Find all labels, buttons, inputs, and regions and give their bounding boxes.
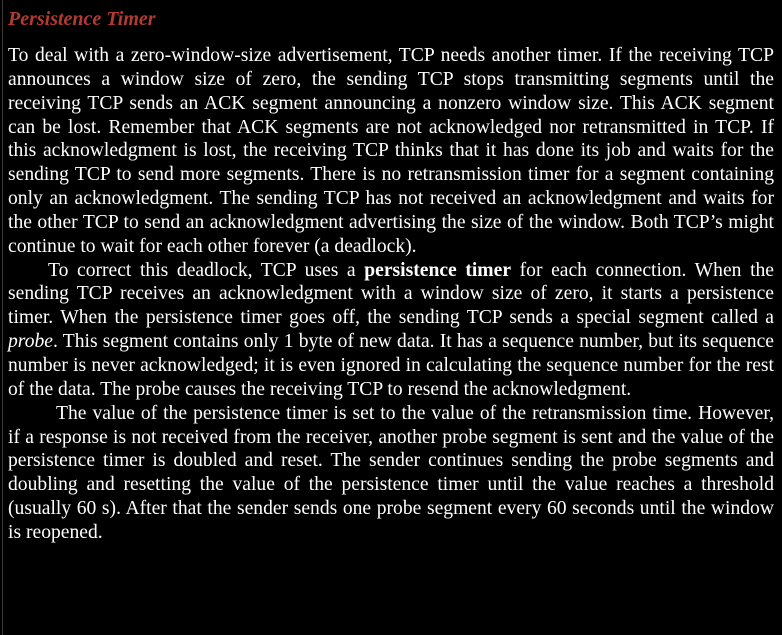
paragraph-3-text: The value of the persistence timer is se… xyxy=(8,402,774,543)
paragraph-1: To deal with a zero-window-size advertis… xyxy=(8,44,774,259)
document-page: Persistence Timer To deal with a zero-wi… xyxy=(0,0,782,635)
paragraph-3: The value of the persistence timer is se… xyxy=(8,402,774,545)
paragraph-2-text-start: To correct this deadlock, TCP uses a xyxy=(48,259,365,281)
term-persistence-timer: persistence timer xyxy=(364,259,512,281)
paragraph-2-text-end: . This segment contains only 1 byte of n… xyxy=(8,331,774,400)
section-heading: Persistence Timer xyxy=(8,8,156,30)
paragraph-1-text: To deal with a zero-window-size advertis… xyxy=(8,45,774,257)
term-probe: probe xyxy=(8,331,53,353)
paragraph-2: To correct this deadlock, TCP uses a per… xyxy=(8,259,774,402)
left-edge-divider xyxy=(2,0,3,635)
